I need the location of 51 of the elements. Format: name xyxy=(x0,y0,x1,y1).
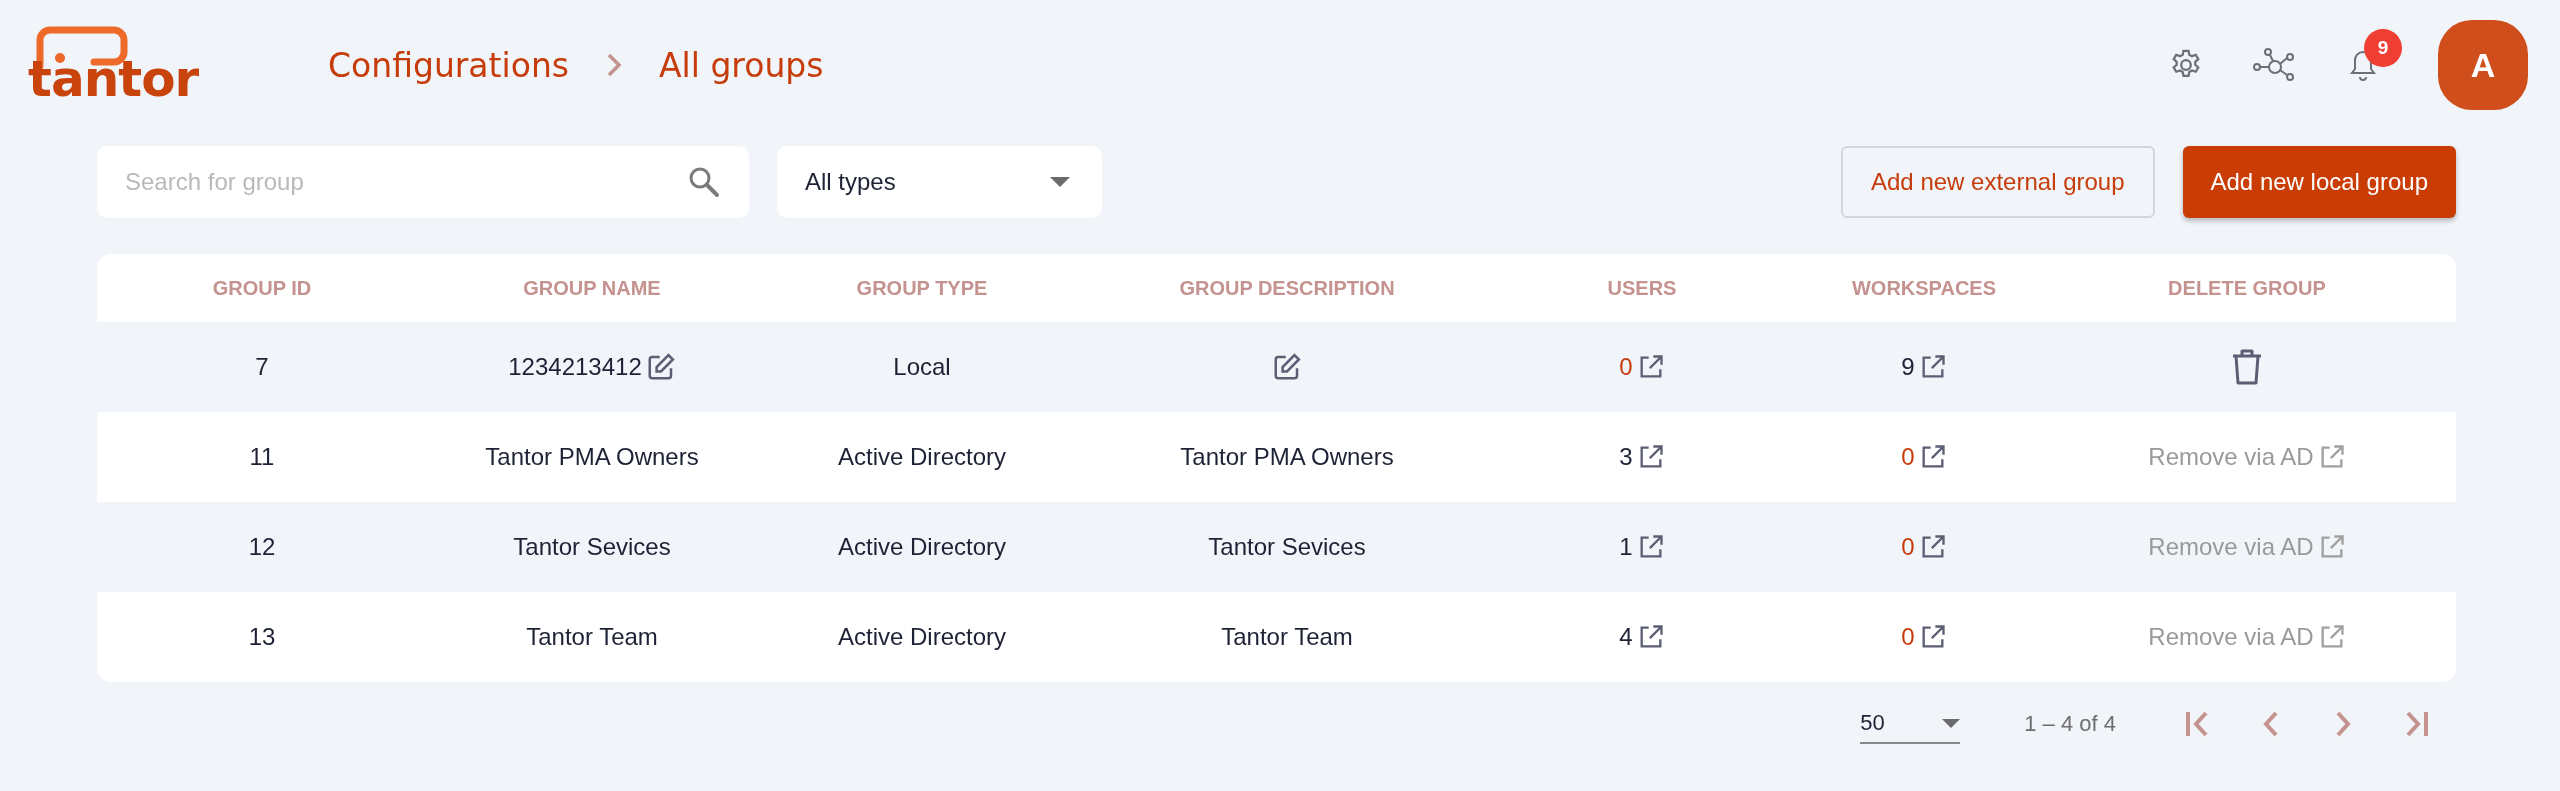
column-header: GROUP ID xyxy=(212,276,312,300)
page-size-dropdown[interactable]: 50 xyxy=(1860,704,1961,744)
search-icon xyxy=(687,165,721,199)
edit-icon[interactable] xyxy=(645,352,676,382)
search-field[interactable]: Search for group xyxy=(97,146,749,218)
remove-via-ad-link[interactable]: Remove via AD xyxy=(2148,623,2314,651)
column-header: GROUP TYPE xyxy=(856,276,988,300)
page-range: 1 – 4 of 4 xyxy=(2024,711,2116,737)
chevron-right-icon xyxy=(605,52,623,78)
trash-icon[interactable] xyxy=(2230,348,2264,386)
users-count: 4 xyxy=(1619,623,1633,651)
workspaces-count: 9 xyxy=(1901,353,1915,381)
add-external-group-button[interactable]: Add new external group xyxy=(1841,146,2155,218)
workspaces-count: 0 xyxy=(1901,533,1915,561)
group-name-cell: Tantor Team xyxy=(526,623,658,651)
type-dropdown[interactable]: All types xyxy=(777,146,1102,218)
group-type-cell: Active Directory xyxy=(837,533,1006,561)
dropdown-caret-icon xyxy=(1050,177,1070,187)
column-header: DELETE GROUP xyxy=(2168,276,2326,300)
workspaces-count: 0 xyxy=(1901,443,1915,471)
group-type-cell: Active Directory xyxy=(837,443,1006,471)
dropdown-caret-icon xyxy=(1942,718,1961,728)
group-name-cell: Tantor Sevices xyxy=(513,533,671,561)
group-description-cell: Tantor PMA Owners xyxy=(1180,443,1394,471)
group-id-cell: 12 xyxy=(248,533,276,561)
group-description-cell: Tantor Team xyxy=(1221,623,1353,651)
edit-icon[interactable] xyxy=(1272,352,1302,382)
group-name-cell: 1234213412 xyxy=(508,353,642,381)
group-description-cell: Tantor Sevices xyxy=(1208,533,1366,561)
users-count: 0 xyxy=(1619,353,1633,381)
group-type-cell: Local xyxy=(893,353,951,381)
workspaces-count: 0 xyxy=(1901,623,1915,651)
column-header: WORKSPACES xyxy=(1851,276,1997,300)
group-name-cell: Tantor PMA Owners xyxy=(485,443,699,471)
column-header: USERS xyxy=(1607,276,1677,300)
column-header: GROUP NAME xyxy=(523,276,661,300)
group-id-cell: 7 xyxy=(255,353,269,381)
group-id-cell: 11 xyxy=(249,443,275,471)
breadcrumb-link[interactable]: All groups xyxy=(659,45,824,85)
breadcrumb-link[interactable]: Configurations xyxy=(328,45,569,85)
users-count: 1 xyxy=(1619,533,1633,561)
column-header: GROUP DESCRIPTION xyxy=(1179,276,1395,300)
add-local-group-button[interactable]: Add new local group xyxy=(2182,146,2456,218)
logo-text: tantor xyxy=(28,54,200,104)
group-type-cell: Active Directory xyxy=(837,623,1006,651)
group-id-cell: 13 xyxy=(248,623,276,651)
remove-via-ad-link[interactable]: Remove via AD xyxy=(2148,533,2314,561)
remove-via-ad-link[interactable]: Remove via AD xyxy=(2148,443,2314,471)
notification-badge: 9 xyxy=(2364,29,2402,67)
avatar-button[interactable]: A xyxy=(2438,20,2528,110)
users-count: 3 xyxy=(1619,443,1633,471)
